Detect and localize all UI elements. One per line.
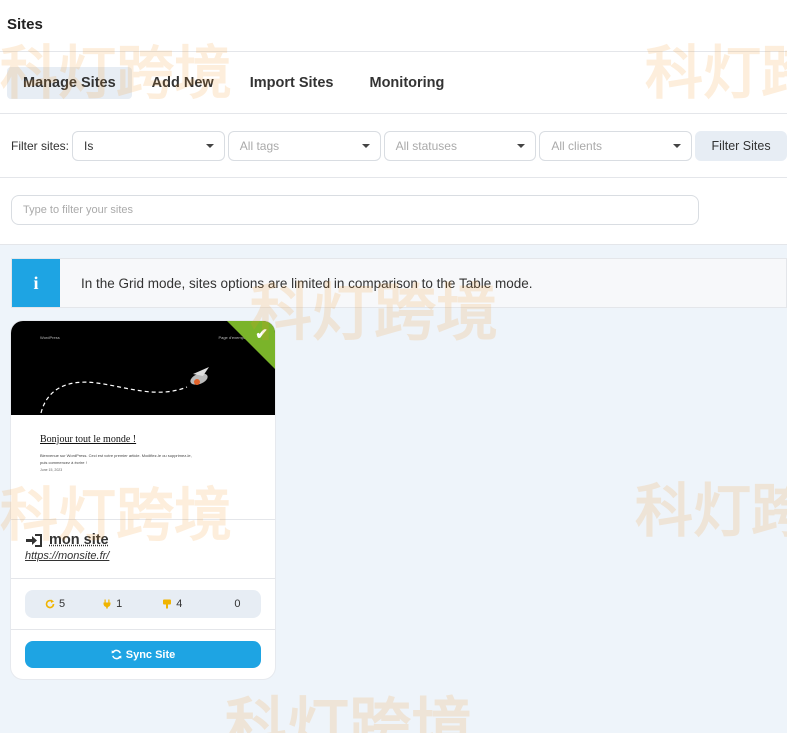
- tab-monitoring[interactable]: Monitoring: [354, 67, 461, 99]
- tags-select[interactable]: All tags: [228, 131, 381, 161]
- sync-row: Sync Site: [11, 630, 275, 668]
- site-name-link[interactable]: mon site: [49, 532, 109, 548]
- tab-bar: Manage Sites Add New Import Sites Monito…: [0, 52, 787, 114]
- bird-flight-illustration: [37, 363, 217, 415]
- statuses-select[interactable]: All statuses: [384, 131, 537, 161]
- other-count: 0: [234, 598, 240, 610]
- preview-post-date: June 15, 2023: [40, 468, 62, 472]
- statuses-select-placeholder: All statuses: [396, 139, 457, 153]
- site-info: mon site https://monsite.fr/: [11, 520, 275, 579]
- filter-condition-select[interactable]: Is: [72, 131, 225, 161]
- other-stat[interactable]: 0: [234, 598, 240, 610]
- clients-select[interactable]: All clients: [539, 131, 692, 161]
- tab-import-sites[interactable]: Import Sites: [234, 67, 350, 99]
- site-card: WordPress Page d'exemple ✔ Bonjour tout …: [11, 321, 275, 679]
- chevron-down-icon: [206, 144, 214, 148]
- sync-site-label: Sync Site: [126, 649, 176, 661]
- tab-add-new[interactable]: Add New: [136, 67, 230, 99]
- plug-icon: [102, 599, 112, 609]
- site-filter-input[interactable]: [11, 195, 699, 225]
- grid-mode-notice: i In the Grid mode, sites options are li…: [11, 258, 787, 308]
- tab-manage-sites[interactable]: Manage Sites: [7, 67, 132, 99]
- chevron-down-icon: [517, 144, 525, 148]
- paint-brush-icon: [162, 599, 172, 609]
- sync-site-button[interactable]: Sync Site: [25, 641, 261, 668]
- checkmark-icon: ✔: [255, 325, 268, 343]
- themes-stat[interactable]: 4: [162, 598, 182, 610]
- page-title: Sites: [7, 16, 787, 33]
- themes-count: 4: [176, 598, 182, 610]
- top-panel: Sites Manage Sites Add New Import Sites …: [0, 0, 787, 245]
- preview-post-excerpt: Bienvenue sur WordPress. Ceci est votre …: [40, 452, 200, 466]
- tags-select-placeholder: All tags: [240, 139, 279, 153]
- page-header: Sites: [0, 0, 787, 52]
- preview-post-title: Bonjour tout le monde !: [40, 434, 136, 445]
- filter-condition-value: Is: [84, 139, 93, 153]
- preview-hero: WordPress Page d'exemple ✔: [11, 321, 275, 415]
- info-icon: i: [12, 259, 60, 307]
- site-preview-screenshot[interactable]: WordPress Page d'exemple ✔ Bonjour tout …: [11, 321, 275, 520]
- clients-select-placeholder: All clients: [551, 139, 602, 153]
- notice-text: In the Grid mode, sites options are limi…: [81, 276, 533, 291]
- preview-site-name: WordPress: [40, 335, 60, 340]
- plugins-stat[interactable]: 1: [102, 598, 122, 610]
- filter-bar: Filter sites: Is All tags All statuses A…: [0, 114, 787, 178]
- plugins-count: 1: [116, 598, 122, 610]
- watermark-logo: 科灯跨境: [635, 464, 787, 548]
- site-stats: 5 1 4 0: [25, 590, 261, 618]
- sign-in-icon[interactable]: [25, 534, 42, 547]
- chevron-down-icon: [362, 144, 370, 148]
- filter-sites-button[interactable]: Filter Sites: [695, 131, 787, 161]
- stats-row: 5 1 4 0: [11, 579, 275, 630]
- updates-stat[interactable]: 5: [45, 598, 65, 610]
- watermark-logo: 科灯跨境: [225, 676, 473, 733]
- chevron-down-icon: [673, 144, 681, 148]
- sync-icon: [111, 649, 122, 660]
- filter-label: Filter sites:: [11, 139, 69, 153]
- updates-count: 5: [59, 598, 65, 610]
- search-row: [0, 178, 787, 245]
- site-url-link[interactable]: https://monsite.fr/: [25, 550, 275, 562]
- refresh-icon: [45, 599, 55, 609]
- site-name-row: mon site: [25, 532, 275, 548]
